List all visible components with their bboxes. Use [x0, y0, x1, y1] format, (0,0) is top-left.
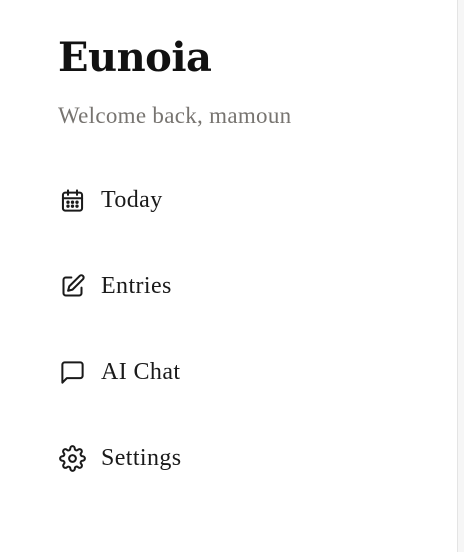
- sidebar: Eunoia Welcome back, mamoun Today Entrie…: [0, 0, 458, 552]
- nav-item-ai-chat[interactable]: AI Chat: [58, 352, 358, 392]
- nav-item-settings[interactable]: Settings: [58, 438, 358, 478]
- edit-icon: [58, 272, 86, 300]
- calendar-icon: [58, 186, 86, 214]
- nav-label-ai-chat: AI Chat: [101, 358, 181, 385]
- nav-label-entries: Entries: [101, 272, 172, 299]
- app-title: Eunoia: [58, 34, 212, 81]
- nav-item-entries[interactable]: Entries: [58, 266, 358, 306]
- nav-label-today: Today: [101, 186, 163, 213]
- gear-icon: [58, 444, 86, 472]
- nav-item-today[interactable]: Today: [58, 180, 358, 220]
- nav-label-settings: Settings: [101, 444, 182, 471]
- message-square-icon: [58, 358, 86, 386]
- window-edge: [458, 0, 464, 552]
- welcome-message: Welcome back, mamoun: [58, 103, 292, 128]
